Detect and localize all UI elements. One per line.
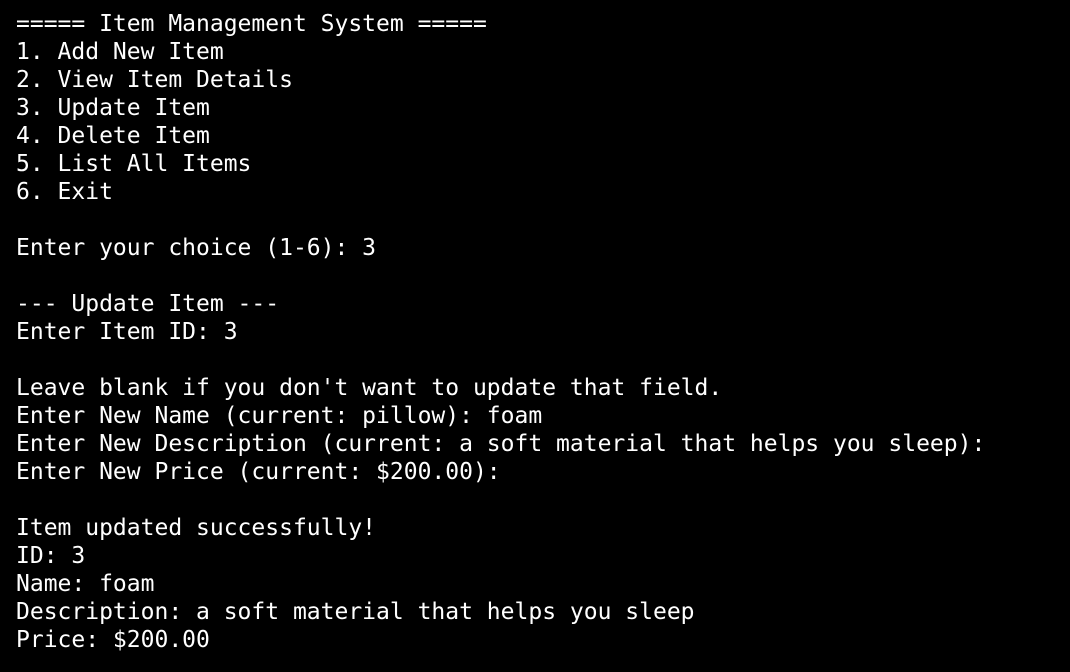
name-prompt: Enter New Name (current: pillow): foam xyxy=(16,403,543,429)
menu-option-view: 2. View Item Details xyxy=(16,67,293,93)
menu-title: ===== Item Management System ===== xyxy=(16,11,487,37)
menu-option-add: 1. Add New Item xyxy=(16,39,224,65)
result-name: Name: foam xyxy=(16,571,155,597)
result-description: Description: a soft material that helps … xyxy=(16,599,695,625)
menu-option-exit: 6. Exit xyxy=(16,179,113,205)
section-header-update: --- Update Item --- xyxy=(16,291,280,317)
menu-option-update: 3. Update Item xyxy=(16,95,210,121)
price-prompt: Enter New Price (current: $200.00): xyxy=(16,459,501,485)
success-message: Item updated successfully! xyxy=(16,515,377,541)
result-price: Price: $200.00 xyxy=(16,627,210,653)
description-prompt: Enter New Description (current: a soft m… xyxy=(16,431,986,457)
menu-option-list: 5. List All Items xyxy=(16,151,252,177)
update-hint: Leave blank if you don't want to update … xyxy=(16,375,723,401)
choice-prompt: Enter your choice (1-6): 3 xyxy=(16,235,377,261)
menu-option-delete: 4. Delete Item xyxy=(16,123,210,149)
result-id: ID: 3 xyxy=(16,543,86,569)
item-id-prompt: Enter Item ID: 3 xyxy=(16,319,238,345)
terminal-window[interactable]: ===== Item Management System ===== 1. Ad… xyxy=(0,0,1070,672)
